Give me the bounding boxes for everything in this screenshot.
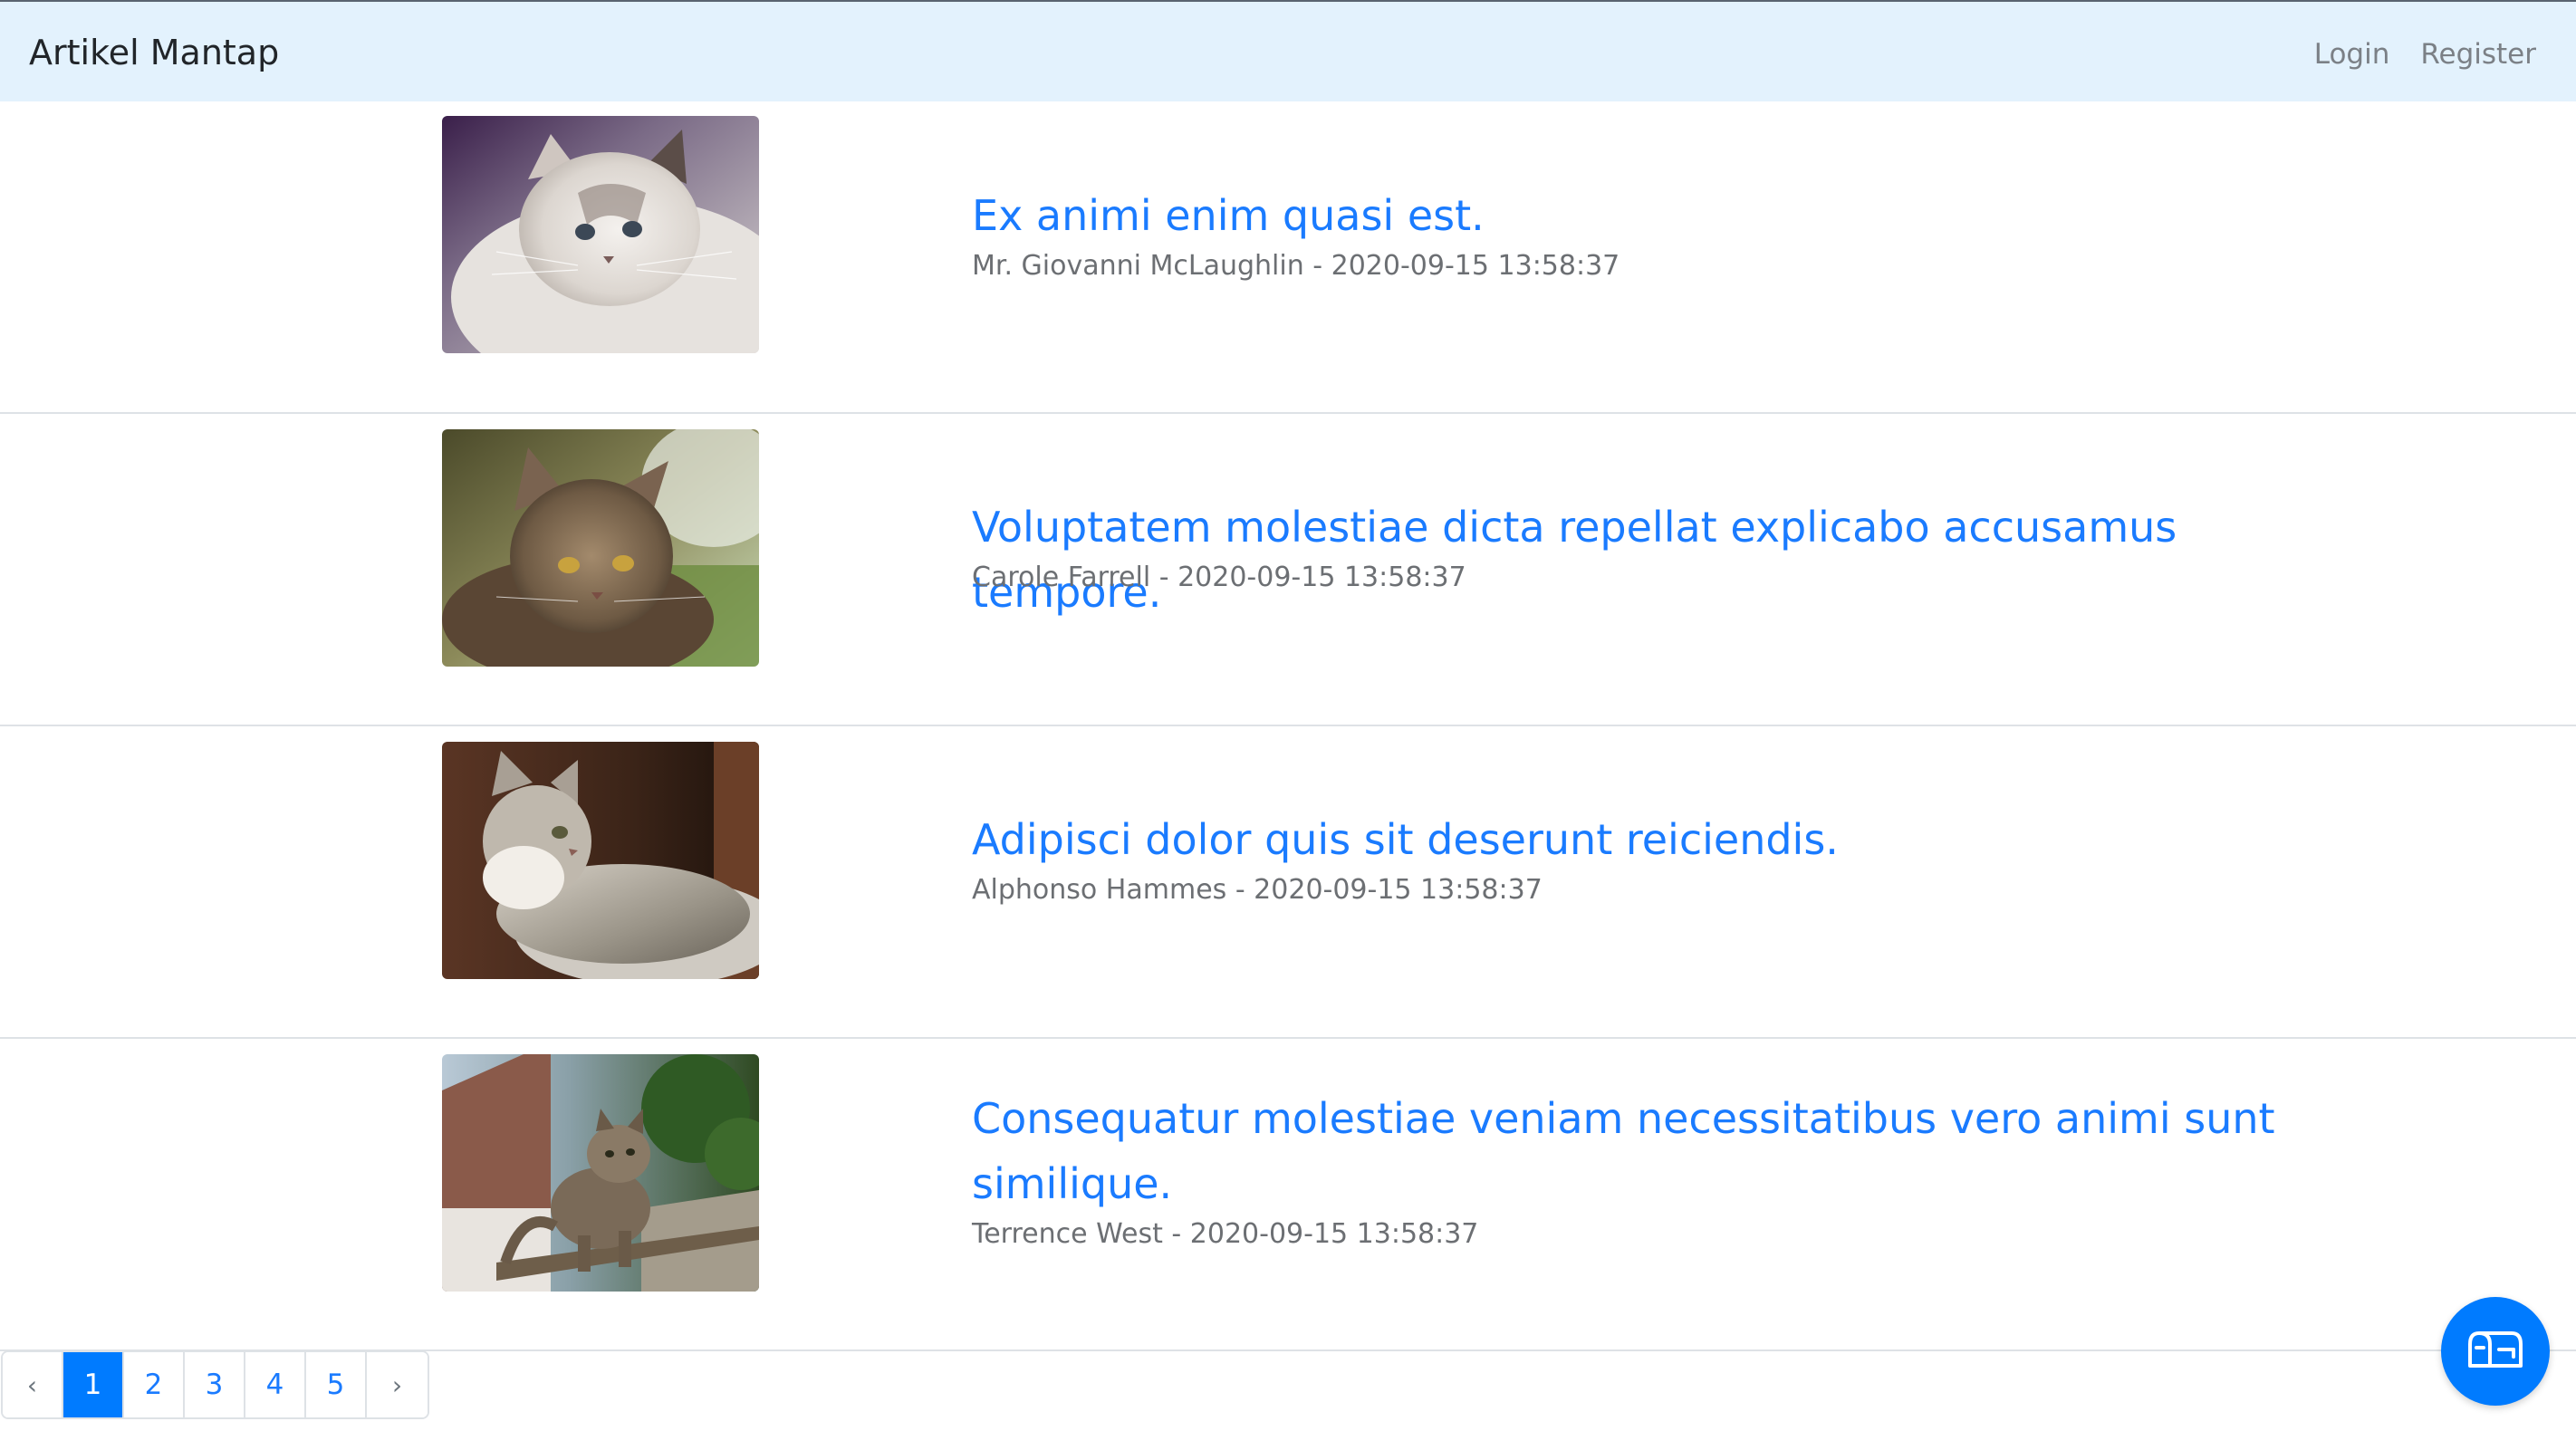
article-item: Consequatur molestiae veniam necessitati… bbox=[0, 1039, 2576, 1351]
article-meta: Terrence West - 2020-09-15 13:58:37 bbox=[972, 1218, 1479, 1250]
brown-tabby-cat-grass-photo bbox=[442, 429, 759, 667]
pagination-page-2[interactable]: 2 bbox=[124, 1352, 185, 1417]
article-item: Voluptatem molestiae dicta repellat expl… bbox=[0, 414, 2576, 726]
floating-mailbox-button[interactable] bbox=[2441, 1297, 2550, 1406]
white-longhair-cat-photo bbox=[442, 116, 759, 353]
mailbox-icon bbox=[2466, 1330, 2524, 1373]
register-link[interactable]: Register bbox=[2420, 34, 2536, 74]
article-meta: Carole Farrell - 2020-09-15 13:58:37 bbox=[972, 562, 1466, 593]
article-item: Adipisci dolor quis sit deserunt reicien… bbox=[0, 726, 2576, 1039]
pagination-page-1[interactable]: 1 bbox=[63, 1352, 124, 1417]
pagination-page-3[interactable]: 3 bbox=[185, 1352, 245, 1417]
pagination-next-button[interactable]: › bbox=[367, 1352, 428, 1417]
article-thumbnail[interactable] bbox=[442, 1054, 759, 1292]
article-title-link[interactable]: Ex animi enim quasi est. bbox=[972, 183, 2331, 248]
article-thumbnail[interactable] bbox=[442, 742, 759, 979]
navbar: Artikel Mantap Login Register bbox=[0, 0, 2576, 101]
article-thumbnail[interactable] bbox=[442, 429, 759, 667]
pagination-prev-button[interactable]: ‹ bbox=[3, 1352, 63, 1417]
article-title-link[interactable]: Adipisci dolor quis sit deserunt reicien… bbox=[972, 807, 2331, 872]
login-link[interactable]: Login bbox=[2314, 34, 2390, 74]
brand-link[interactable]: Artikel Mantap bbox=[29, 31, 279, 74]
article-thumbnail[interactable] bbox=[442, 116, 759, 353]
grey-tabby-cat-lying-photo bbox=[442, 742, 759, 979]
tabby-cat-walking-fence-photo bbox=[442, 1054, 759, 1292]
pagination: ‹ 1 2 3 4 5 › bbox=[1, 1350, 429, 1419]
article-item: Ex animi enim quasi est. Mr. Giovanni Mc… bbox=[0, 101, 2576, 414]
article-meta: Mr. Giovanni McLaughlin - 2020-09-15 13:… bbox=[972, 250, 1620, 282]
pagination-page-5[interactable]: 5 bbox=[306, 1352, 367, 1417]
pagination-page-4[interactable]: 4 bbox=[245, 1352, 306, 1417]
article-meta: Alphonso Hammes - 2020-09-15 13:58:37 bbox=[972, 874, 1543, 906]
nav-links: Login Register bbox=[2314, 34, 2536, 74]
article-title-link[interactable]: Consequatur molestiae veniam necessitati… bbox=[972, 1086, 2331, 1216]
